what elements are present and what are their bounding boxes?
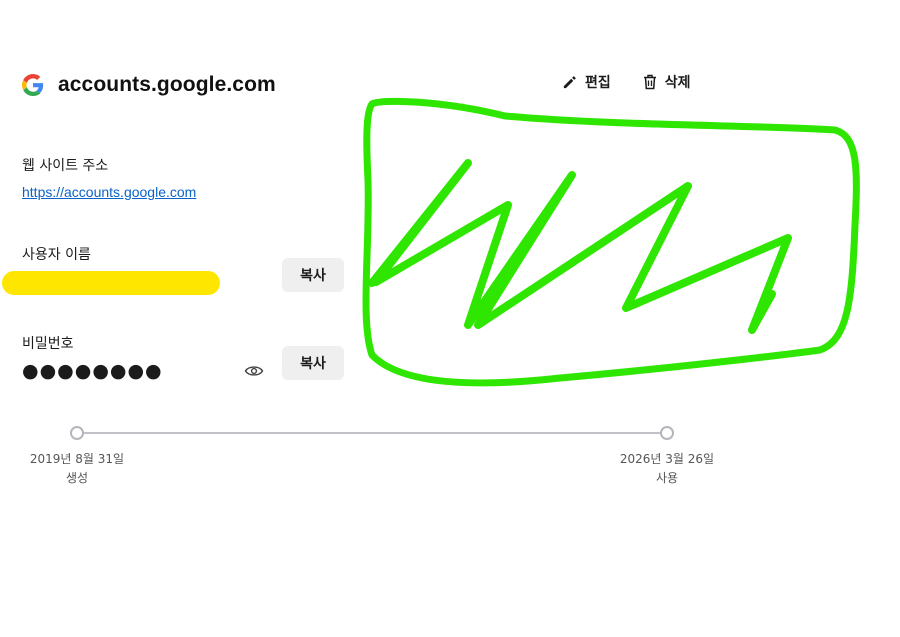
- action-bar: 편집 삭제: [562, 72, 691, 92]
- copy-username-button[interactable]: 복사: [282, 258, 344, 292]
- edit-label: 편집: [585, 75, 611, 91]
- timeline-used-dot: [660, 426, 674, 440]
- username-redaction-highlight: [2, 271, 220, 295]
- site-title: accounts.google.com: [58, 73, 276, 96]
- trash-icon: [643, 74, 657, 90]
- eye-icon[interactable]: [244, 363, 264, 379]
- edit-button[interactable]: 편집: [562, 72, 611, 92]
- used-date: 2026년 3월 26일: [619, 452, 715, 466]
- used-label: 사용: [655, 471, 679, 485]
- password-detail-page: accounts.google.com 편집 삭제 웹 사이트 주소 https…: [0, 0, 900, 637]
- password-label: 비밀번호: [22, 336, 74, 352]
- delete-button[interactable]: 삭제: [643, 72, 691, 92]
- timeline-created: 2019년 8월 31일 생성: [7, 450, 147, 488]
- timeline-line: [77, 432, 667, 434]
- delete-label: 삭제: [664, 75, 691, 91]
- google-logo-icon: [22, 74, 44, 96]
- website-label: 웹 사이트 주소: [22, 158, 109, 174]
- site-header: accounts.google.com: [22, 70, 276, 100]
- password-masked-value: ●●●●●●●●: [22, 360, 163, 382]
- created-label: 생성: [65, 471, 89, 485]
- copy-password-button[interactable]: 복사: [282, 346, 344, 380]
- pencil-icon: [562, 75, 577, 90]
- website-url-link[interactable]: https://accounts.google.com: [22, 184, 196, 200]
- timeline-created-dot: [70, 426, 84, 440]
- created-date: 2019년 8월 31일: [29, 452, 125, 466]
- timeline-used: 2026년 3월 26일 사용: [597, 450, 737, 488]
- username-label: 사용자 이름: [22, 247, 91, 263]
